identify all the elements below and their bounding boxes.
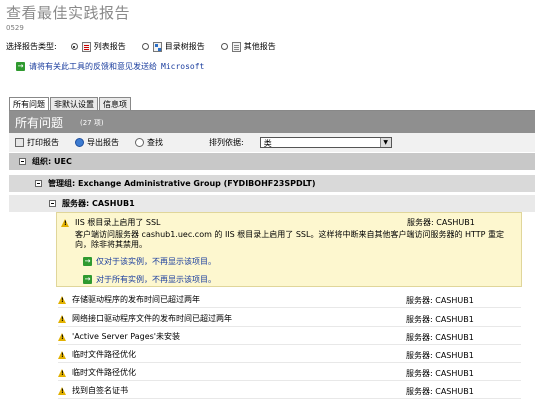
issue-row[interactable]: 临时文件路径优化 服务器: CASHUB1 — [58, 365, 521, 381]
group-organization[interactable]: 组织: UEC — [9, 153, 535, 170]
green-arrow-icon: → — [83, 257, 92, 266]
issue-row-title: 临时文件路径优化 — [72, 368, 136, 377]
report-type-selector: 选择报告类型: 列表报告 目录树报告 其他报告 — [6, 41, 292, 52]
issue-row-server: 服务器: CASHUB1 — [406, 351, 474, 360]
group-organization-label: 组织: UEC — [32, 157, 72, 166]
report-type-list[interactable]: 列表报告 — [70, 41, 126, 52]
issue-row[interactable]: 'Active Server Pages'未安装 服务器: CASHUB1 — [58, 329, 521, 345]
hide-this-instance-label: 仅对于该实例，不再显示该项目。 — [96, 257, 216, 266]
printer-icon — [15, 138, 24, 147]
issue-row-title: 临时文件路径优化 — [72, 350, 136, 359]
report-type-tree[interactable]: 目录树报告 — [141, 41, 205, 52]
issue-row[interactable]: 找到自签名证书 服务器: CASHUB1 — [58, 383, 521, 399]
issue-row-title: 'Active Server Pages'未安装 — [72, 332, 180, 341]
issues-title: 所有问题 — [15, 116, 64, 130]
issue-row[interactable]: 网络接口驱动程序文件的发布时间已超过两年 服务器: CASHUB1 — [58, 311, 521, 327]
chevron-down-icon[interactable]: ▼ — [379, 138, 391, 147]
tab-informational-items[interactable]: 信息项 — [99, 97, 131, 111]
report-toolbar: 打印报告 导出报告 查找 排列依据: 类 ▼ — [9, 133, 535, 152]
warning-icon — [58, 350, 66, 359]
other-report-icon — [231, 41, 241, 52]
list-report-icon — [81, 41, 91, 52]
issue-row-title: 网络接口驱动程序文件的发布时间已超过两年 — [72, 314, 232, 323]
hide-all-instances-label: 对于所有实例，不再显示该项目。 — [96, 275, 216, 284]
feedback-text: 请将有关此工具的反馈和意见发送给 — [29, 62, 157, 71]
report-id: 0529 — [6, 24, 24, 32]
print-report-button[interactable]: 打印报告 — [15, 137, 59, 148]
issue-row-server: 服务器: CASHUB1 — [406, 387, 474, 396]
group-admin-group-label: 管理组: Exchange Administrative Group (FYDI… — [48, 179, 316, 188]
hide-all-instances-link[interactable]: → 对于所有实例，不再显示该项目。 — [83, 274, 216, 285]
warning-icon — [61, 218, 69, 227]
issue-row[interactable]: 临时文件路径优化 服务器: CASHUB1 — [58, 347, 521, 363]
print-report-label: 打印报告 — [27, 138, 59, 147]
tab-bar: 所有问题 非默认设置 信息项 — [9, 97, 132, 111]
report-type-other[interactable]: 其他报告 — [220, 41, 276, 52]
issue-detail-panel[interactable]: IIS 根目录上启用了 SSL 服务器: CASHUB1 客户端访问服务器 ca… — [56, 212, 522, 287]
feedback-link[interactable]: → 请将有关此工具的反馈和意见发送给 Microsoft — [16, 61, 204, 72]
group-admin-group[interactable]: 管理组: Exchange Administrative Group (FYDI… — [9, 175, 535, 192]
issue-title: IIS 根目录上启用了 SSL — [75, 218, 161, 227]
radio-selected-icon[interactable] — [70, 43, 78, 50]
warning-icon — [58, 295, 66, 304]
report-type-label: 选择报告类型: — [6, 42, 57, 51]
radio-icon[interactable] — [141, 43, 149, 50]
issues-count: (27 项) — [80, 119, 104, 127]
issue-row[interactable]: 存储驱动程序的发布时间已超过两年 服务器: CASHUB1 — [58, 292, 521, 308]
tab-non-default-settings[interactable]: 非默认设置 — [50, 97, 98, 111]
feedback-target: Microsoft — [161, 62, 205, 71]
sort-select-value: 类 — [263, 139, 272, 148]
radio-icon[interactable] — [220, 43, 228, 50]
tree-report-icon — [152, 41, 162, 52]
find-label: 查找 — [147, 138, 163, 147]
export-report-button[interactable]: 导出报告 — [75, 137, 119, 148]
collapse-icon[interactable] — [35, 180, 42, 187]
collapse-icon[interactable] — [49, 200, 56, 207]
issues-header: 所有问题 (27 项) — [9, 111, 535, 133]
warning-icon — [58, 368, 66, 377]
find-button[interactable]: 查找 — [135, 137, 163, 148]
tab-all-issues[interactable]: 所有问题 — [9, 97, 49, 111]
page-title: 查看最佳实践报告 — [6, 4, 131, 22]
collapse-icon[interactable] — [19, 158, 26, 165]
issue-row-server: 服务器: CASHUB1 — [406, 296, 474, 305]
sort-select[interactable]: 类 ▼ — [259, 137, 392, 148]
group-server[interactable]: 服务器: CASHUB1 — [9, 195, 535, 212]
issue-row-title: 找到自签名证书 — [72, 386, 128, 395]
issue-row-server: 服务器: CASHUB1 — [406, 315, 474, 324]
warning-icon — [58, 314, 66, 323]
issue-server: 服务器: CASHUB1 — [407, 218, 475, 227]
report-type-option-label: 其他报告 — [243, 42, 276, 51]
report-type-option-label: 目录树报告 — [164, 42, 205, 51]
sort-label: 排列依据: — [209, 138, 244, 147]
green-arrow-icon: → — [83, 275, 92, 284]
export-report-label: 导出报告 — [87, 138, 119, 147]
export-icon — [75, 138, 84, 147]
warning-icon — [58, 386, 66, 395]
hide-this-instance-link[interactable]: → 仅对于该实例，不再显示该项目。 — [83, 256, 216, 267]
report-type-option-label: 列表报告 — [93, 42, 126, 51]
issue-description: 客户端访问服务器 cashub1.uec.com 的 IIS 根目录上启用了 S… — [75, 230, 505, 249]
group-server-label: 服务器: CASHUB1 — [62, 199, 135, 208]
issue-row-server: 服务器: CASHUB1 — [406, 369, 474, 378]
green-arrow-icon: → — [16, 62, 25, 71]
issue-row-server: 服务器: CASHUB1 — [406, 333, 474, 342]
issue-row-title: 存储驱动程序的发布时间已超过两年 — [72, 295, 200, 304]
warning-icon — [58, 332, 66, 341]
search-icon — [135, 138, 144, 147]
